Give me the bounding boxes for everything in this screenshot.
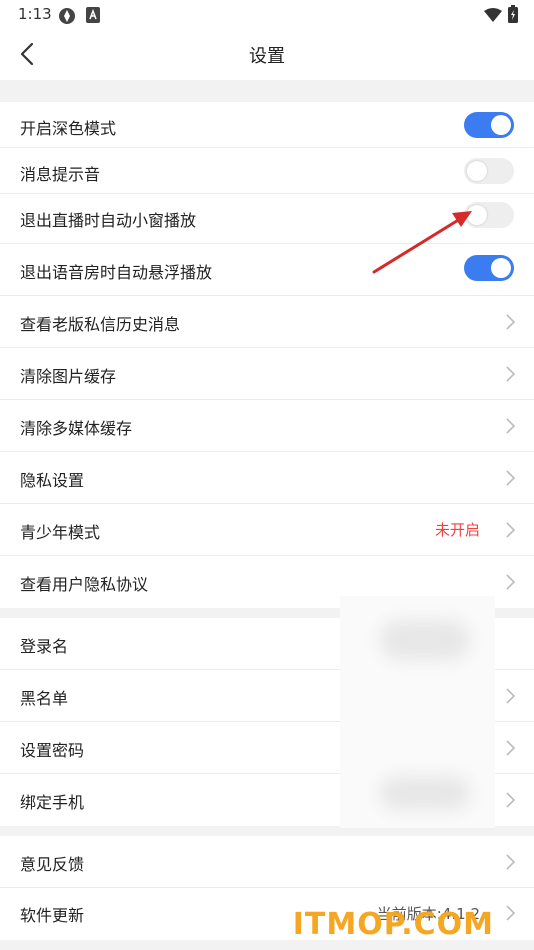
row-label: 清除多媒体缓存	[20, 419, 133, 438]
chevron-right-icon	[506, 522, 516, 538]
chevron-right-icon	[506, 854, 516, 870]
clear-media-cache-row[interactable]: 清除多媒体缓存	[0, 400, 534, 452]
chevron-right-icon	[506, 470, 516, 486]
row-label: 青少年模式	[20, 523, 101, 542]
row-label: 退出语音房时自动悬浮播放	[20, 263, 213, 282]
chevron-right-icon	[506, 366, 516, 382]
redaction-blur	[340, 596, 495, 828]
message-sound-row[interactable]: 消息提示音	[0, 148, 534, 194]
dark-mode-toggle[interactable]	[464, 112, 514, 138]
chevron-right-icon	[506, 905, 516, 921]
status-time: 1:13	[18, 5, 52, 23]
feedback-row[interactable]: 意见反馈	[0, 836, 534, 888]
row-label: 登录名	[20, 637, 69, 656]
old-messages-row[interactable]: 查看老版私信历史消息	[0, 296, 534, 348]
chevron-right-icon	[506, 688, 516, 704]
chevron-right-icon	[506, 740, 516, 756]
teen-mode-row[interactable]: 青少年模式 未开启	[0, 504, 534, 556]
message-sound-toggle[interactable]	[464, 158, 514, 184]
battery-icon	[508, 5, 518, 27]
chevron-right-icon	[506, 574, 516, 590]
row-label: 退出直播时自动小窗播放	[20, 211, 197, 230]
row-label: 开启深色模式	[20, 119, 117, 138]
row-label: 设置密码	[20, 741, 85, 760]
chevron-right-icon	[506, 418, 516, 434]
row-label: 清除图片缓存	[20, 367, 117, 386]
row-label: 绑定手机	[20, 793, 85, 812]
row-label: 软件更新	[20, 906, 85, 925]
row-label: 查看用户隐私协议	[20, 575, 149, 594]
row-label: 意见反馈	[20, 855, 85, 874]
app-notification-icon	[58, 7, 76, 29]
privacy-settings-row[interactable]: 隐私设置	[0, 452, 534, 504]
chevron-right-icon	[506, 792, 516, 808]
watermark-logo: ITMOP.COM	[292, 907, 494, 942]
nav-bar: 设置	[0, 30, 534, 80]
status-bar: 1:13	[0, 0, 534, 30]
row-label: 查看老版私信历史消息	[20, 315, 181, 334]
chevron-right-icon	[506, 314, 516, 330]
row-label: 隐私设置	[20, 471, 85, 490]
clear-image-cache-row[interactable]: 清除图片缓存	[0, 348, 534, 400]
section-gap	[0, 80, 534, 102]
wifi-icon	[484, 7, 502, 26]
annotation-arrow-icon	[372, 211, 472, 274]
row-label: 黑名单	[20, 689, 69, 708]
row-label: 消息提示音	[20, 165, 101, 184]
a-notification-icon	[86, 7, 100, 27]
teen-mode-status: 未开启	[434, 521, 480, 539]
dark-mode-row[interactable]: 开启深色模式	[0, 102, 534, 148]
page-title: 设置	[249, 46, 285, 67]
